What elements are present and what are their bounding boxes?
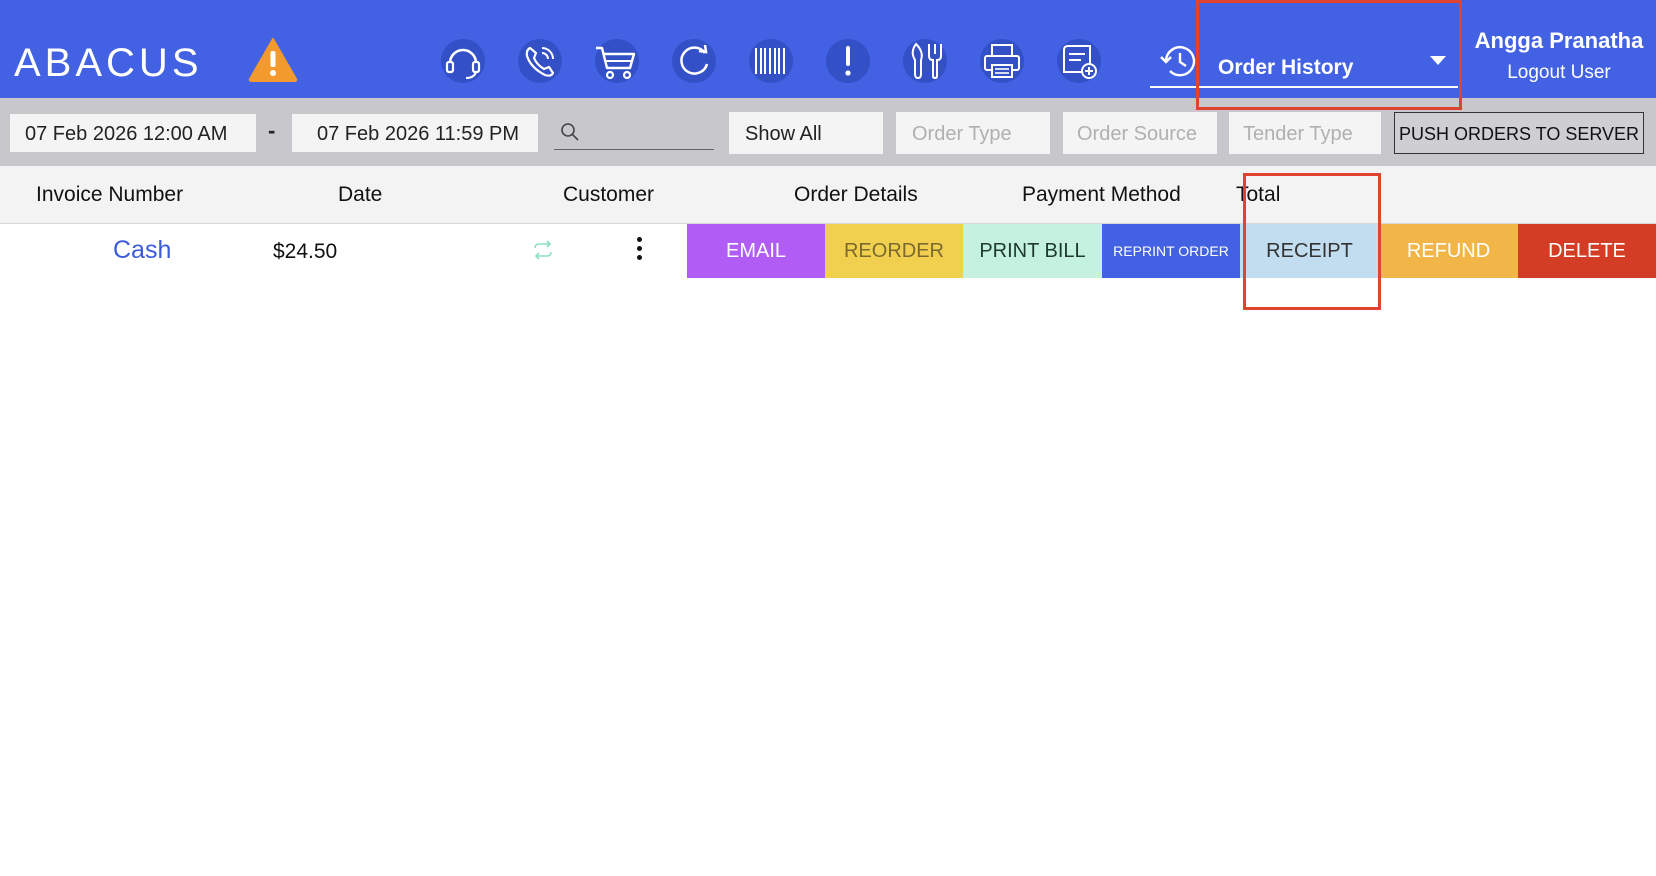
phone-icon[interactable] bbox=[515, 36, 565, 86]
refund-button[interactable]: REFUND bbox=[1379, 224, 1518, 278]
printer-icon[interactable] bbox=[977, 36, 1027, 86]
date-from-field[interactable]: 07 Feb 2026 12:00 AM bbox=[10, 114, 256, 152]
column-header: Invoice Number bbox=[36, 183, 184, 206]
reprint-order-button[interactable]: REPRINT ORDER bbox=[1102, 224, 1240, 278]
app-logo: ABACUS bbox=[14, 41, 203, 85]
search-icon bbox=[561, 123, 579, 141]
refresh-icon[interactable] bbox=[669, 36, 719, 86]
date-to-field[interactable]: 07 Feb 2026 11:59 PM bbox=[292, 114, 538, 152]
column-header: Order Details bbox=[794, 183, 918, 206]
headset-icon[interactable] bbox=[438, 36, 488, 86]
order-source-select[interactable]: Order Source bbox=[1063, 112, 1217, 154]
highlight-box bbox=[1243, 173, 1381, 310]
cart-icon[interactable] bbox=[592, 36, 642, 86]
sync-icon bbox=[532, 239, 554, 266]
order-type-select[interactable]: Order Type bbox=[896, 112, 1050, 154]
barcode-icon[interactable] bbox=[746, 36, 796, 86]
more-options-icon[interactable] bbox=[632, 234, 646, 268]
receipt-add-icon[interactable] bbox=[1054, 36, 1104, 86]
payment-method-cell[interactable]: Cash bbox=[113, 236, 171, 265]
highlight-box bbox=[1196, 0, 1462, 110]
column-header: Customer bbox=[563, 183, 655, 206]
total-cell: $24.50 bbox=[273, 240, 338, 263]
tender-type-select[interactable]: Tender Type bbox=[1229, 112, 1381, 154]
delete-button[interactable]: DELETE bbox=[1518, 224, 1656, 278]
column-header: Date bbox=[338, 183, 383, 206]
logout-link[interactable]: Logout User bbox=[1474, 62, 1644, 84]
print-bill-button[interactable]: PRINT BILL bbox=[963, 224, 1102, 278]
search-input[interactable] bbox=[554, 110, 714, 150]
column-header: Payment Method bbox=[1022, 183, 1181, 206]
reorder-button[interactable]: REORDER bbox=[825, 224, 963, 278]
utensils-icon[interactable] bbox=[900, 36, 950, 86]
table-row[interactable]: Cash $24.50 EMAIL REORDER PRINT BILL REP… bbox=[0, 224, 1656, 278]
date-range-separator: - bbox=[268, 118, 276, 143]
table-header: Invoice Number Date Customer Order Detai… bbox=[0, 166, 1656, 224]
user-name: Angga Pranatha bbox=[1474, 28, 1644, 53]
alert-icon[interactable] bbox=[823, 36, 873, 86]
warning-icon[interactable] bbox=[247, 36, 299, 82]
show-filter-select[interactable]: Show All bbox=[729, 112, 883, 154]
email-button[interactable]: EMAIL bbox=[687, 224, 825, 278]
push-orders-button[interactable]: PUSH ORDERS TO SERVER bbox=[1394, 112, 1644, 154]
